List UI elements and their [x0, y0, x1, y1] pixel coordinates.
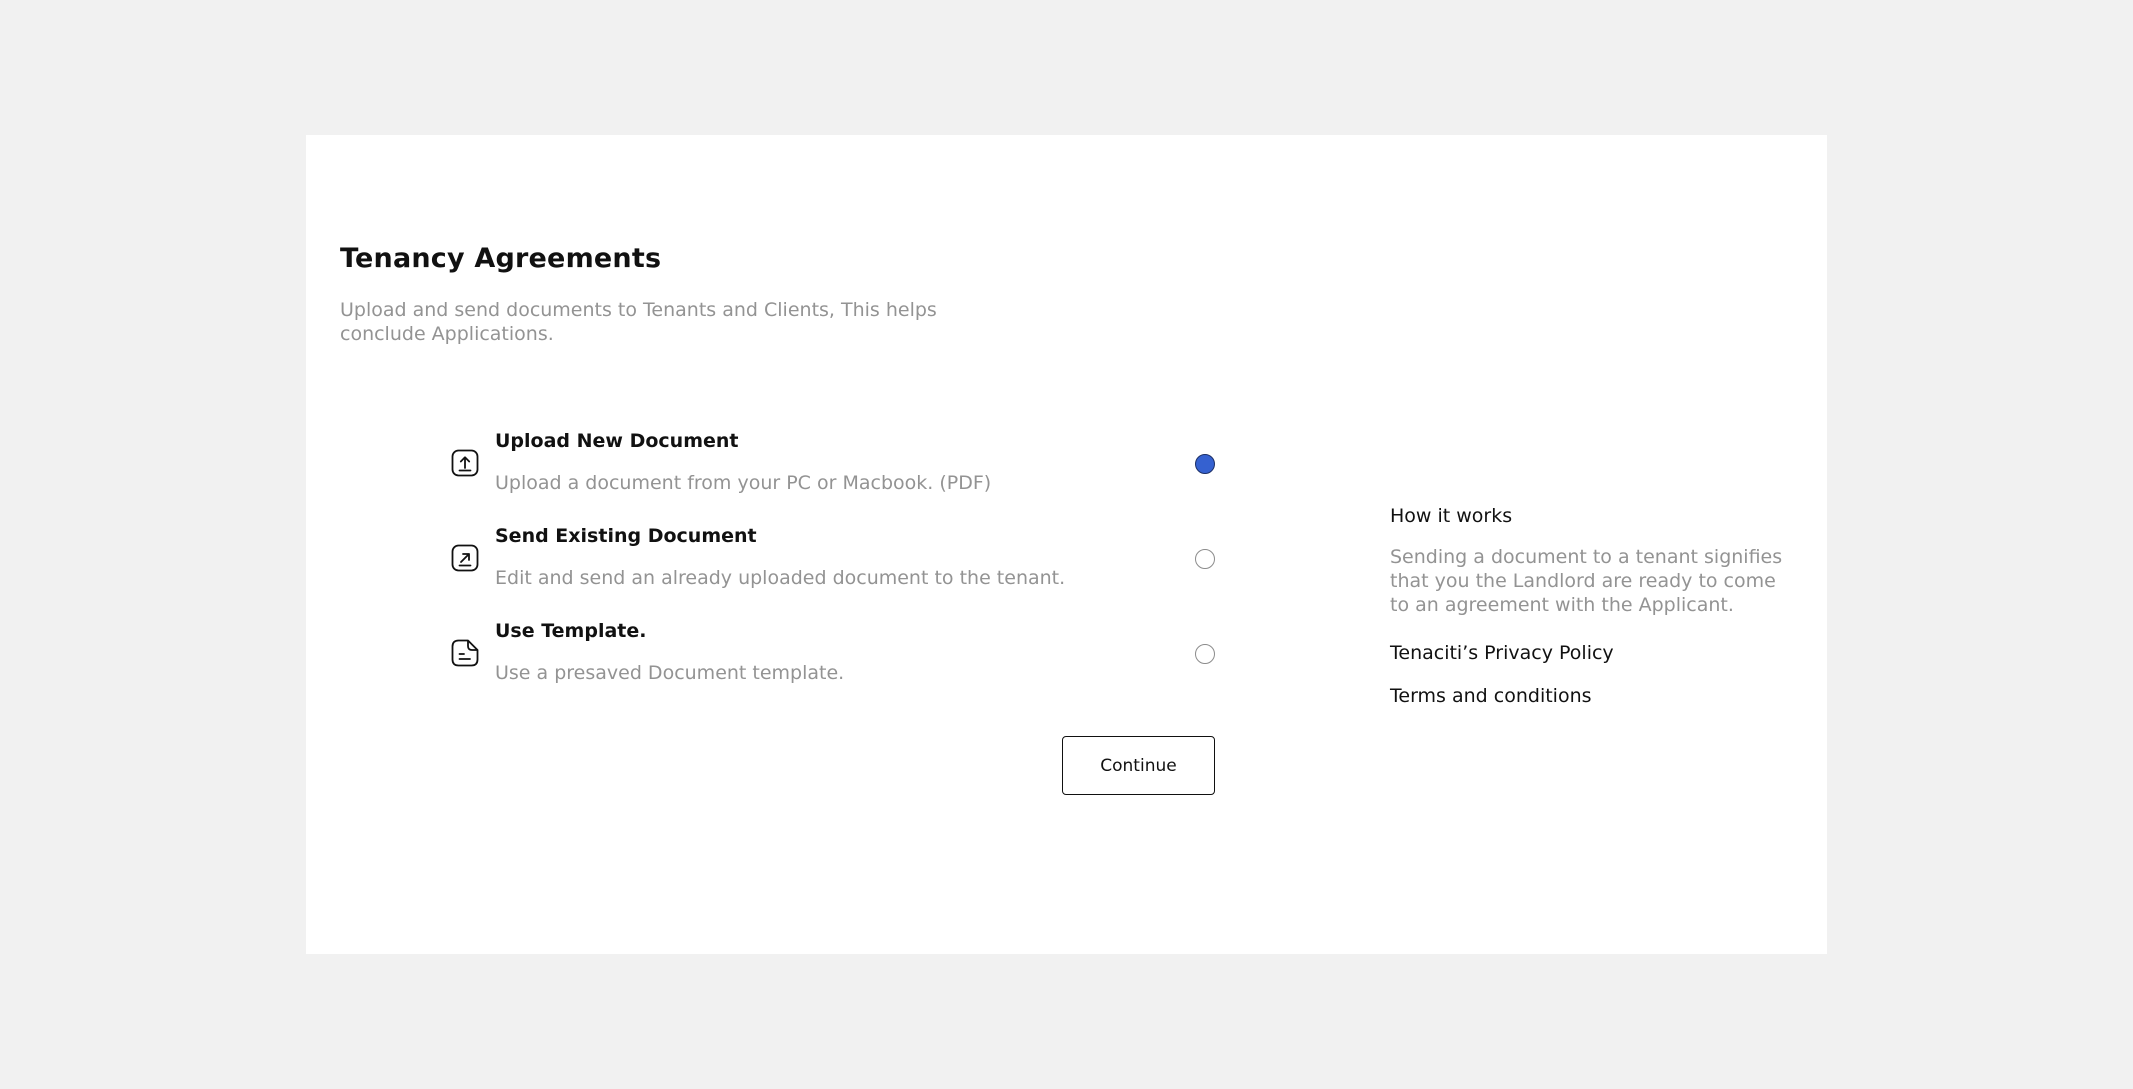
send-arrow-icon	[451, 544, 479, 572]
radio-send-existing-document[interactable]	[1195, 549, 1215, 569]
how-it-works-panel: How it works Sending a document to a ten…	[1390, 505, 1790, 707]
option-title: Upload New Document	[495, 430, 739, 452]
page-title: Tenancy Agreements	[340, 243, 662, 274]
document-options-list: Upload New Document Upload a document fr…	[451, 430, 1216, 715]
how-it-works-text: Sending a document to a tenant signifies…	[1390, 546, 1783, 616]
radio-use-template[interactable]	[1195, 644, 1215, 664]
option-description: Use a presaved Document template.	[495, 662, 845, 684]
option-send-existing-document[interactable]: Send Existing Document Edit and send an …	[451, 525, 1216, 620]
upload-icon	[451, 449, 479, 477]
continue-button[interactable]: Continue	[1062, 736, 1215, 795]
page-subtitle: Upload and send documents to Tenants and…	[340, 299, 937, 345]
document-template-icon	[451, 639, 479, 667]
option-description: Upload a document from your PC or Macboo…	[495, 472, 992, 494]
radio-upload-new-document[interactable]	[1195, 454, 1215, 474]
privacy-policy-link[interactable]: Tenaciti’s Privacy Policy	[1390, 642, 1790, 664]
option-upload-new-document[interactable]: Upload New Document Upload a document fr…	[451, 430, 1216, 525]
how-it-works-title: How it works	[1390, 505, 1513, 527]
option-use-template[interactable]: Use Template. Use a presaved Document te…	[451, 620, 1216, 715]
option-title: Send Existing Document	[495, 525, 757, 547]
tenancy-agreements-card: Tenancy Agreements Upload and send docum…	[306, 135, 1827, 954]
option-description: Edit and send an already uploaded docume…	[495, 567, 1066, 589]
option-title: Use Template.	[495, 620, 647, 642]
terms-and-conditions-link[interactable]: Terms and conditions	[1390, 685, 1790, 707]
